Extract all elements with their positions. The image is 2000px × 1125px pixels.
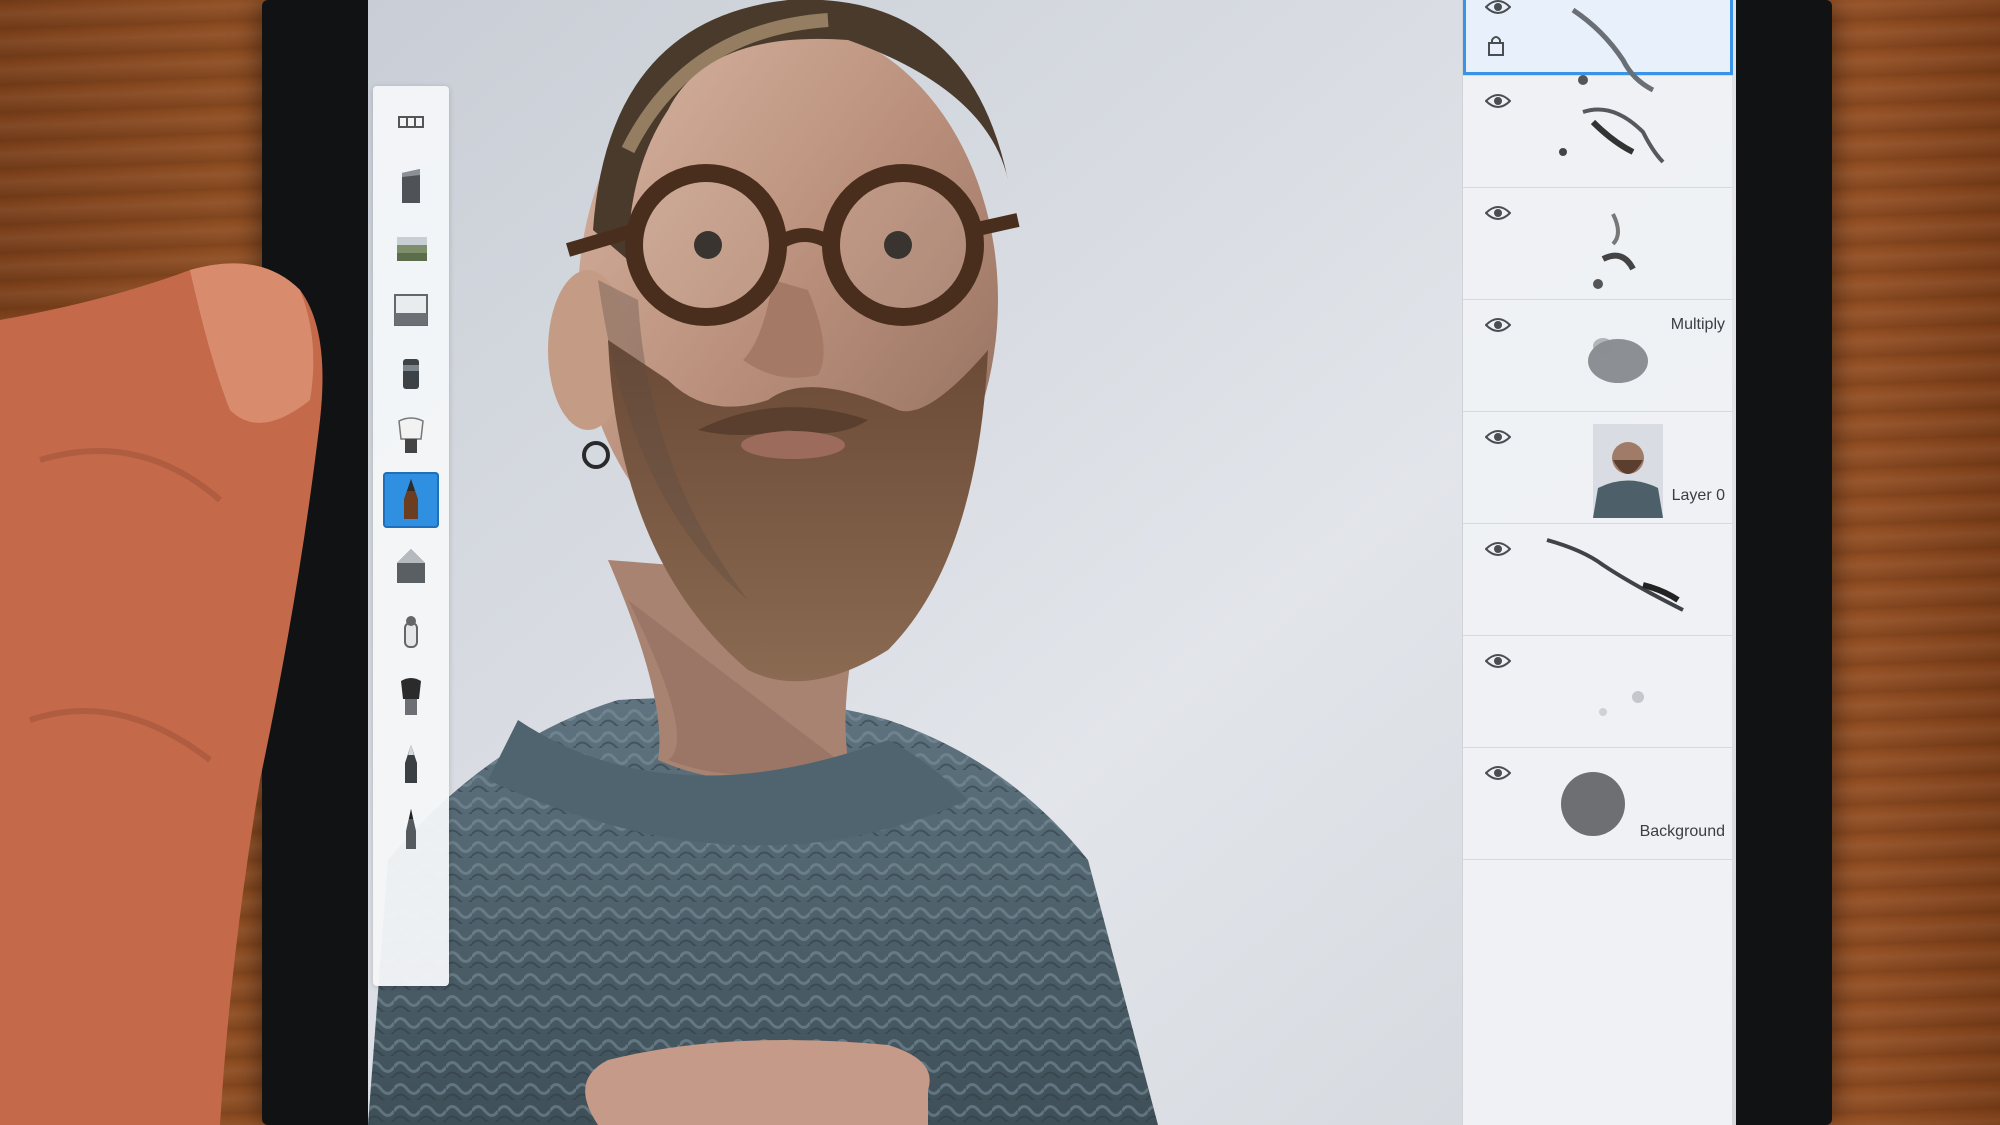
marker-brush-icon[interactable] bbox=[383, 346, 439, 402]
layer-row[interactable] bbox=[1463, 76, 1733, 188]
layer-blend-mode: Multiply bbox=[1670, 316, 1725, 333]
visibility-eye-icon[interactable] bbox=[1484, 652, 1512, 670]
block-brush-icon[interactable] bbox=[383, 158, 439, 214]
layer-thumbnail bbox=[1543, 194, 1693, 294]
visibility-eye-icon[interactable] bbox=[1484, 316, 1512, 334]
layer-row[interactable]: Background bbox=[1463, 748, 1733, 860]
visibility-eye-icon[interactable] bbox=[1484, 428, 1512, 446]
layer-name: Background bbox=[1639, 823, 1725, 840]
layer-panel: Multiply Layer 0 Background bbox=[1462, 0, 1733, 1125]
airbrush-icon[interactable] bbox=[383, 670, 439, 726]
fine-pen-icon[interactable] bbox=[383, 802, 439, 858]
layer-row[interactable] bbox=[1463, 524, 1733, 636]
smudge-brush-icon[interactable] bbox=[383, 604, 439, 660]
layer-row[interactable] bbox=[1463, 636, 1733, 748]
layer-thumbnail bbox=[1543, 82, 1693, 182]
layer-thumbnail bbox=[1543, 530, 1693, 630]
brush-toolbar bbox=[373, 86, 449, 986]
visibility-eye-icon[interactable] bbox=[1484, 92, 1512, 110]
layer-row[interactable] bbox=[1463, 188, 1733, 300]
chisel-brush-icon[interactable] bbox=[383, 538, 439, 594]
pencil-brush-icon[interactable] bbox=[383, 472, 439, 528]
layer-row[interactable]: Multiply bbox=[1463, 300, 1733, 412]
layer-row[interactable]: Layer 0 bbox=[1463, 412, 1733, 524]
ink-pen-icon[interactable] bbox=[383, 736, 439, 792]
gradient-brush-icon[interactable] bbox=[383, 282, 439, 338]
brush-library-icon[interactable] bbox=[383, 94, 439, 150]
layer-lock-icon[interactable] bbox=[1487, 34, 1505, 56]
paint-brush-icon[interactable] bbox=[383, 408, 439, 464]
visibility-eye-icon[interactable] bbox=[1484, 764, 1512, 782]
texture-brush-icon[interactable] bbox=[383, 220, 439, 276]
layer-thumbnail bbox=[1543, 642, 1693, 742]
visibility-eye-icon[interactable] bbox=[1484, 204, 1512, 222]
layer-row[interactable] bbox=[1463, 0, 1733, 93]
visibility-eye-icon[interactable] bbox=[1484, 540, 1512, 558]
visibility-eye-icon[interactable] bbox=[1484, 0, 1512, 16]
layer-thumbnail bbox=[1543, 418, 1693, 518]
layer-name: Layer 0 bbox=[1671, 487, 1725, 504]
hand-holding-tablet bbox=[0, 260, 360, 1125]
layer-thumbnail bbox=[1543, 0, 1693, 93]
